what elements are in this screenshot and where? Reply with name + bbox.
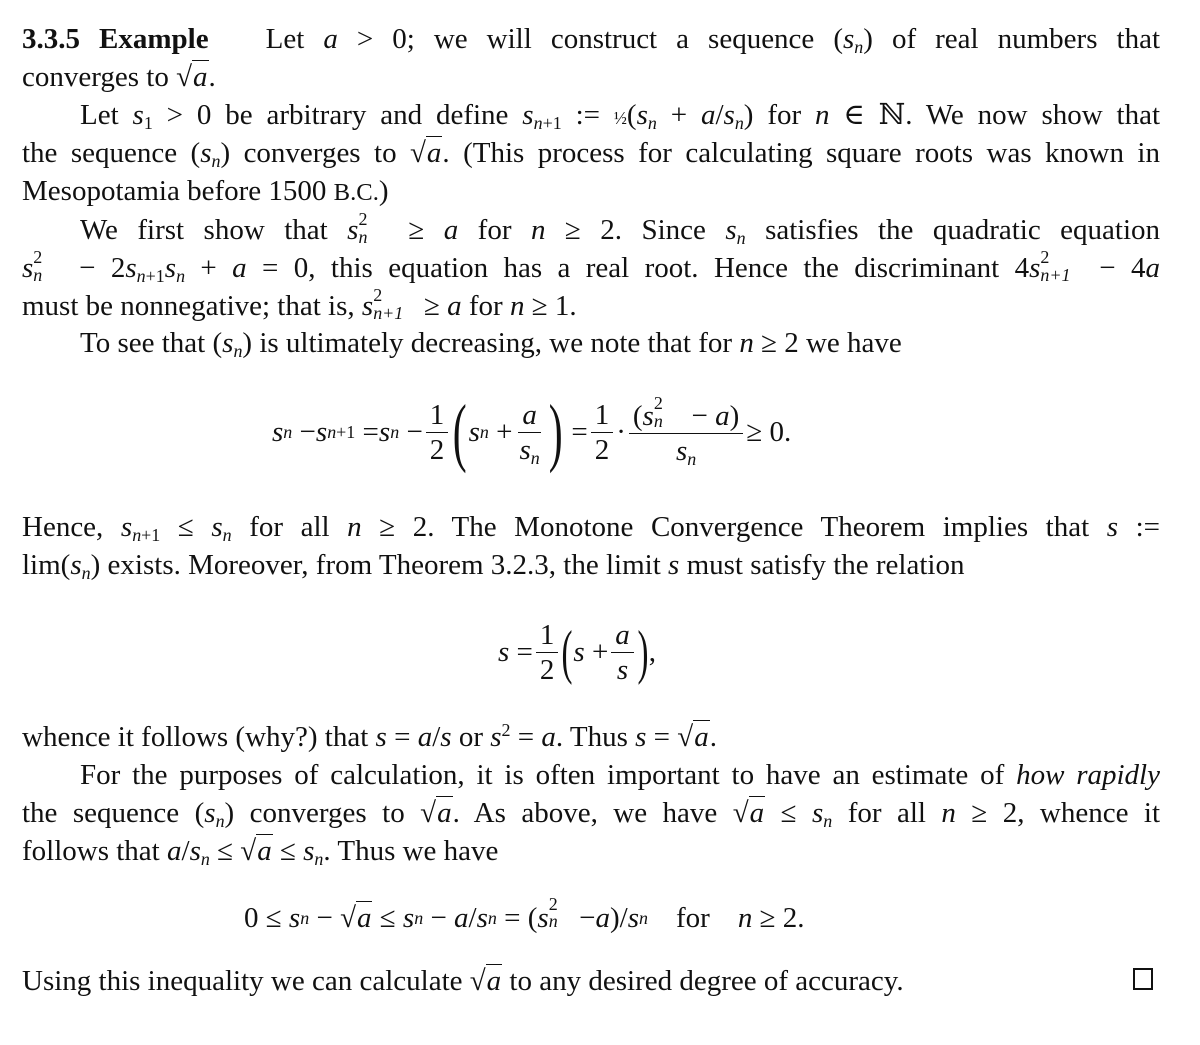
fraction-one-half: 12 bbox=[590, 398, 614, 467]
example-para-1-line-2: converges to √a. bbox=[22, 58, 1160, 96]
example-para-2-line-2: the sequence (sn) converges to √a. (This… bbox=[22, 134, 1160, 172]
example-para-7-line-3: follows that a/sn ≤ √a ≤ sn. Thus we hav… bbox=[22, 832, 1160, 870]
sqrt-a: √a bbox=[410, 136, 443, 169]
sqrt-a: √a bbox=[677, 720, 710, 753]
sqrt-a: √a bbox=[732, 796, 766, 829]
equation-3: 0 ≤ sn − √a ≤ sn − a / s n = (s 2 n − a)/s n f… bbox=[244, 893, 805, 934]
example-para-5-line-1: Hence, sn+1 ≤ sn for all n ≥ 2. The Mono… bbox=[22, 511, 1161, 546]
fraction-a-over-sn: a sn bbox=[518, 398, 541, 468]
example-para-2-line-3: Mesopotamia before 1500 B.C.) bbox=[22, 175, 389, 207]
sqrt-a: √a bbox=[469, 964, 503, 997]
qed-square-icon bbox=[1133, 968, 1153, 990]
equation-1: sn − s n+1 = sn − 12 ( sn + a sn ) = 12 · … bbox=[272, 390, 792, 474]
sqrt-a: √a bbox=[240, 834, 273, 867]
sqrt-a: √a bbox=[176, 60, 209, 93]
example-para-7-line-2: the sequence (sn) converges to √a. As ab… bbox=[22, 794, 1160, 832]
example-para-3-line-3: must be nonnegative; that is, s 2 n+1 ≥ a … bbox=[22, 285, 577, 323]
fraction-a-over-s: as bbox=[611, 618, 634, 687]
example-heading: 3.3.5 Example bbox=[22, 23, 209, 55]
example-para-5-line-2: lim(sn) exists. Moreover, from Theorem 3… bbox=[22, 549, 965, 584]
example-para-3-line-1: We first show that s2n ≥ a for n ≥ 2. Si… bbox=[80, 209, 1161, 249]
example-para-6-line-1: whence it follows (why?) that s = a/s or… bbox=[22, 718, 1160, 756]
sqrt-a: √a bbox=[340, 900, 373, 934]
example-para-3-line-2: s2n − 2sn+1sn + a = 0, this equation has… bbox=[22, 247, 1160, 287]
fraction-sn2-minus-a-over-sn: (s 2 n − a) sn bbox=[628, 393, 744, 468]
equation-2: s = 12 ( s + as ), bbox=[498, 618, 657, 687]
example-para-2-line-1: Let s1 > 0 be arbitrary and define sn+1 … bbox=[80, 99, 1161, 134]
example-para-1-line-1: 3.3.5 Example Let a > 0; we will constru… bbox=[22, 23, 1161, 58]
example-para-4-line-1: To see that (sn) is ultimately decreasin… bbox=[80, 327, 902, 362]
sqrt-a: √a bbox=[420, 796, 453, 829]
example-para-7-line-1: For the purposes of calculation, it is o… bbox=[80, 759, 1160, 791]
fraction-one-half: 12 bbox=[425, 398, 449, 467]
example-para-8-line-1: Using this inequality we can calculate √… bbox=[22, 962, 1160, 1000]
fraction-one-half: 12 bbox=[535, 618, 559, 687]
